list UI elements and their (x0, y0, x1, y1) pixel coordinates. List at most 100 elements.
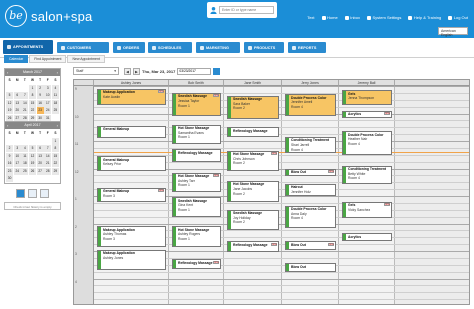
calendar-day[interactable]: 16 (6, 160, 14, 167)
calendar-day[interactable]: 13 (13, 99, 21, 107)
calendar-day[interactable]: 14 (44, 152, 52, 160)
menu-tab[interactable]: REPORTS (288, 42, 326, 53)
calendar-day[interactable]: 11 (51, 92, 59, 99)
date-input[interactable] (177, 67, 212, 75)
appointment-block[interactable]: Swedish Massage Sara Baker Room 2 (227, 95, 279, 119)
next-month-icon[interactable]: › (57, 69, 58, 76)
appointment-block[interactable]: Acrylics (342, 233, 392, 242)
wand-button[interactable] (40, 189, 49, 198)
menu-tab[interactable]: ORDERS (113, 42, 145, 53)
calendar-day[interactable]: 5 (6, 92, 14, 99)
appointment-block[interactable]: Blow Out NEW (285, 241, 336, 250)
calendar-day[interactable]: 14 (21, 99, 29, 107)
calendar-day[interactable]: 8 (51, 145, 59, 152)
calendar-day[interactable]: 23 (36, 107, 44, 114)
calendar-day[interactable]: 21 (44, 160, 52, 167)
prev-month-icon[interactable]: ‹ (7, 122, 8, 129)
appointment-block[interactable]: Hot Stone Massage Ashley Rogers Room 1 (172, 226, 221, 247)
calendar-day[interactable]: 22 (28, 107, 37, 114)
top-nav-item[interactable]: Home (321, 15, 338, 20)
calendar-icon[interactable] (213, 67, 221, 75)
calendar-day[interactable]: 22 (51, 160, 59, 167)
subtab[interactable]: New Appointment (67, 55, 105, 63)
appointment-block[interactable]: General Makeup Kelsey Prior (97, 156, 166, 172)
calendar-day[interactable]: 20 (36, 160, 44, 167)
menu-tab[interactable]: MARKETING (196, 42, 240, 53)
appointment-block[interactable]: General Makeup Room 3 NEW (97, 187, 166, 202)
add-customer-button[interactable] (16, 189, 25, 198)
top-nav-item[interactable]: System Settings (367, 15, 401, 20)
appointment-block[interactable]: Double Process Color Anna Daly Room 4 (285, 205, 336, 228)
top-nav-item[interactable]: Text (307, 15, 314, 20)
appointment-block[interactable]: Reflexology Massage (172, 149, 221, 162)
appointment-block[interactable]: Reflexology Massage NEW (227, 241, 279, 253)
calendar-day[interactable]: 13 (36, 152, 44, 160)
calendar-day[interactable]: 17 (13, 160, 21, 167)
calendar-day[interactable]: 23 (6, 167, 14, 175)
menu-tab[interactable]: CUSTOMERS (57, 42, 109, 53)
appointment-block[interactable]: Swedish Massage Gina Kent Room 1 (172, 197, 221, 217)
calendar-day[interactable]: 10 (44, 92, 52, 99)
subtab[interactable]: Calendar (4, 55, 29, 63)
calendar-day[interactable]: 12 (6, 99, 14, 107)
language-select[interactable]: American English (438, 27, 468, 37)
calendar-day[interactable]: 15 (28, 99, 37, 107)
calendar-day[interactable]: 27 (36, 167, 44, 175)
calendar-day[interactable]: 25 (21, 167, 29, 175)
prev-day-button[interactable]: ◀ (124, 67, 131, 75)
top-nav-item[interactable]: Help & Training (408, 15, 441, 20)
calendar-day[interactable]: 15 (51, 152, 59, 160)
calendar-day[interactable]: 18 (51, 99, 59, 107)
calendar-day[interactable]: 19 (6, 107, 14, 114)
appointment-block[interactable]: Reflexology Massage (227, 127, 279, 137)
appointment-block[interactable]: Blow Out (285, 263, 336, 272)
calendar-day[interactable]: 16 (36, 99, 44, 107)
calendar-day[interactable]: 24 (13, 167, 21, 175)
calendar-day[interactable]: 9 (6, 152, 14, 160)
calendar-day[interactable]: 1 (51, 137, 59, 145)
appointment-block[interactable]: Gels Jenna Thompson (342, 90, 392, 106)
calendar-day[interactable]: 12 (28, 152, 37, 160)
next-day-button[interactable]: ▶ (133, 67, 140, 75)
next-month-icon[interactable]: › (57, 122, 58, 129)
menu-tab[interactable]: SCHEDULES (148, 42, 192, 53)
calendar-day[interactable]: 4 (21, 145, 29, 152)
calendar-day[interactable]: 6 (13, 92, 21, 99)
search-input[interactable] (219, 6, 274, 14)
calendar-day[interactable]: 7 (21, 92, 29, 99)
calendar-day[interactable]: 11 (21, 152, 29, 160)
appointment-block[interactable]: Hot Stone Massage Ashley Tarr Room 1 NEW (172, 172, 221, 192)
calendar-day[interactable]: 30 (6, 175, 14, 182)
appointment-block[interactable]: Makeup Application Ashley Thomas Room 3 (97, 226, 166, 247)
appointment-block[interactable]: Double Process Color Jennifer Amell Room 4 (285, 94, 336, 117)
appointment-block[interactable]: Makeup Application Ashley Jones (97, 249, 166, 271)
appointment-block[interactable]: Gels Vicky Sanchez NEW (342, 201, 392, 218)
calendar-day[interactable]: 26 (28, 167, 37, 175)
calendar-day[interactable]: 2 (36, 84, 44, 92)
appointment-block[interactable]: Hot Stone Massage Jane Jacobs Room 2 (227, 180, 279, 202)
menu-tab[interactable]: PRODUCTS (244, 42, 284, 53)
calendar-day[interactable]: 3 (44, 84, 52, 92)
subtab[interactable]: Find Appointment (29, 55, 67, 63)
calendar-day[interactable]: 9 (36, 92, 44, 99)
calendar-day[interactable]: 29 (51, 167, 59, 175)
calendar-day[interactable]: 7 (44, 145, 52, 152)
top-nav-item[interactable]: Inbox (344, 15, 360, 20)
appointment-block[interactable]: Acrylics NEW (342, 110, 392, 118)
calendar-day[interactable]: 21 (21, 107, 29, 114)
appointment-block[interactable]: Hot Stone Massage Chris Johnson Room 2 NEW (227, 150, 279, 172)
appointment-block[interactable]: Swedish Massage Joy Holiday Room 2 (227, 209, 279, 231)
calendar-day[interactable]: 1 (28, 84, 37, 92)
calendar-day[interactable]: 6 (36, 145, 44, 152)
prev-month-icon[interactable]: ‹ (7, 69, 8, 76)
appointment-block[interactable]: Haircut Jennifer Holz (285, 183, 336, 196)
calendar-day[interactable]: 28 (44, 167, 52, 175)
calendar-day[interactable]: 10 (13, 152, 21, 160)
calendar-day[interactable]: 3 (13, 145, 21, 152)
appointment-block[interactable]: Conditioning Treatment Betty White Room 4 (342, 165, 392, 184)
calendar-day[interactable]: 17 (44, 99, 52, 107)
appointment-block[interactable]: Swedish Massage Jessica Taylor Room 1 NEW (172, 92, 221, 117)
calendar-day[interactable]: 4 (51, 84, 59, 92)
calendar-day[interactable]: 8 (28, 92, 37, 99)
calendar-day[interactable]: 5 (28, 145, 37, 152)
